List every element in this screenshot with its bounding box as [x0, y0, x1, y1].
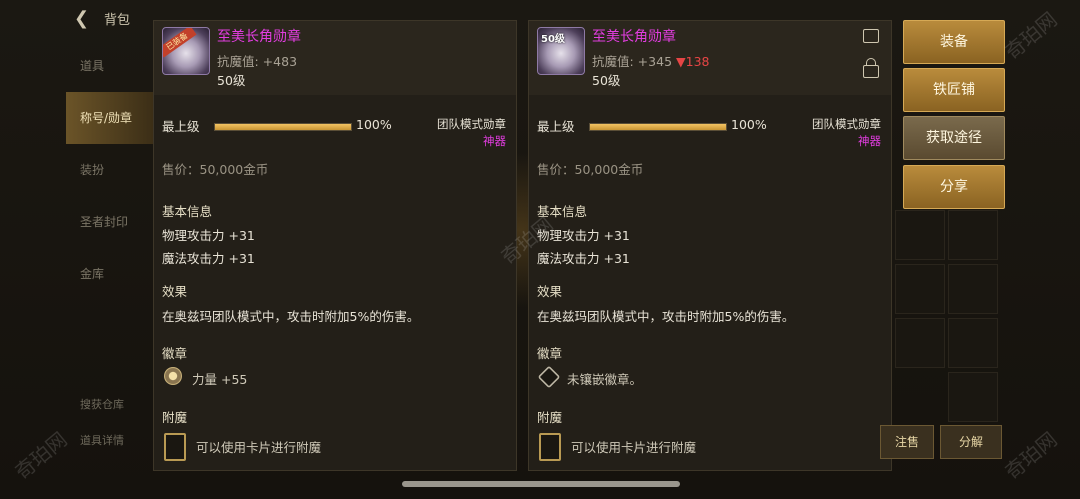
progress-fill [590, 124, 726, 130]
stat-magic-attack: 魔法攻击力 +31 [537, 251, 630, 266]
mode-tag: 团队模式勋章 [812, 117, 881, 131]
tooltip-header: 50级 至美长角勋章 抗魔值: +345 ▼138 50级 [529, 21, 891, 95]
sidebar-bottom-storage[interactable]: 搜获仓库 [80, 396, 124, 412]
sell-price: 售价：50,000金币 [537, 162, 644, 177]
home-indicator[interactable] [402, 481, 680, 487]
enchant-text: 可以使用卡片进行附魔 [196, 440, 322, 455]
item-tooltip-equipped: 已装备 至美长角勋章 抗魔值: +483 50级 最上级 100% 团队模式勋章… [153, 20, 517, 471]
lock-icon[interactable] [863, 58, 879, 78]
enchant-title: 附魔 [162, 410, 188, 425]
inventory-slot[interactable] [948, 372, 998, 422]
sidebar-bottom-details[interactable]: 道具详情 [80, 432, 124, 448]
inventory-slot[interactable] [895, 210, 945, 260]
effect-title: 效果 [537, 284, 563, 299]
rarity-label: 神器 [858, 134, 881, 148]
basic-info-title: 基本信息 [162, 204, 213, 219]
empty-emblem-icon [537, 365, 561, 389]
card-slot-icon[interactable] [164, 433, 186, 461]
item-level: 50级 [592, 73, 621, 88]
sell-price: 售价：50,000金币 [162, 162, 269, 177]
equipped-ribbon: 已装备 [163, 28, 197, 58]
emblem-icon [164, 367, 182, 385]
medal-icon: 50级 [537, 27, 585, 75]
inventory-slot[interactable] [895, 264, 945, 314]
resist-label: 抗魔值: +483 [217, 54, 298, 69]
effect-title: 效果 [162, 284, 188, 299]
register-sale-button[interactable]: 注售 [880, 425, 934, 459]
inventory-slot[interactable] [948, 264, 998, 314]
stat-magic-attack: 魔法攻击力 +31 [162, 251, 255, 266]
item-name: 至美长角勋章 [217, 29, 301, 45]
inventory-slot[interactable] [948, 210, 998, 260]
item-resist-value: 抗魔值: +345 ▼138 [592, 51, 710, 70]
decompose-button[interactable]: 分解 [940, 425, 1002, 459]
inventory-slot[interactable] [895, 318, 945, 368]
sidebar-item-titles-medals[interactable]: 称号/勋章 [66, 92, 156, 144]
item-name: 至美长角勋章 [592, 29, 676, 45]
resist-label: 抗魔值: +345 [592, 54, 673, 69]
enchant-title: 附魔 [537, 410, 563, 425]
progress-percent: 100% [356, 117, 392, 132]
sidebar-item-items[interactable]: 道具 [66, 40, 156, 92]
max-level-label: 最上级 [162, 119, 200, 134]
emblem-text: 未镶嵌徽章。 [567, 372, 643, 387]
level-progress-bar [589, 123, 727, 131]
equip-button[interactable]: 装备 [903, 20, 1005, 64]
blacksmith-button[interactable]: 铁匠铺 [903, 68, 1005, 112]
progress-fill [215, 124, 351, 130]
level-badge: 50级 [541, 34, 565, 45]
level-progress-bar [214, 123, 352, 131]
share-icon[interactable] [863, 29, 879, 43]
obtain-route-button[interactable]: 获取途径 [903, 116, 1005, 160]
effect-text: 在奥兹玛团队模式中，攻击时附加5%的伤害。 [162, 309, 420, 324]
sidebar-item-seal[interactable]: 圣者封印 [66, 196, 156, 248]
back-arrow-icon[interactable]: ❮ [74, 8, 89, 29]
emblem-title: 徽章 [162, 346, 188, 361]
mode-tag: 团队模式勋章 [437, 117, 506, 131]
effect-text: 在奥兹玛团队模式中，攻击时附加5%的伤害。 [537, 309, 795, 324]
category-sidebar: 道具 称号/勋章 装扮 圣者封印 金库 [66, 40, 156, 300]
tooltip-header: 已装备 至美长角勋章 抗魔值: +483 50级 [154, 21, 516, 95]
card-slot-icon[interactable] [539, 433, 561, 461]
inventory-slot[interactable] [948, 318, 998, 368]
enchant-text: 可以使用卡片进行附魔 [571, 440, 697, 455]
item-tooltip-compare: 50级 至美长角勋章 抗魔值: +345 ▼138 50级 最上级 100% 团… [528, 20, 892, 471]
stat-physical-attack: 物理攻击力 +31 [162, 228, 255, 243]
medal-icon: 已装备 [162, 27, 210, 75]
sidebar-item-avatar[interactable]: 装扮 [66, 144, 156, 196]
max-level-label: 最上级 [537, 119, 575, 134]
item-resist-value: 抗魔值: +483 [217, 51, 297, 70]
emblem-title: 徽章 [537, 346, 563, 361]
page-title: 背包 [104, 13, 131, 28]
item-level: 50级 [217, 73, 246, 88]
resist-diff: ▼138 [676, 54, 710, 69]
progress-percent: 100% [731, 117, 767, 132]
share-button[interactable]: 分享 [903, 165, 1005, 209]
emblem-text: 力量 +55 [192, 372, 248, 387]
rarity-label: 神器 [483, 134, 506, 148]
sidebar-item-vault[interactable]: 金库 [66, 248, 156, 300]
